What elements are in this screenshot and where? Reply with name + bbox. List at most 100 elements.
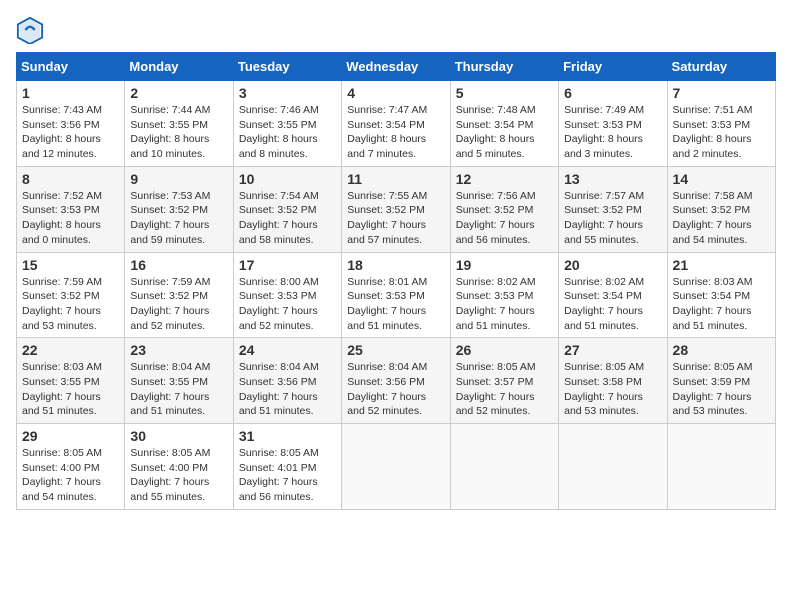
day-number: 15 (22, 257, 119, 273)
day-number: 16 (130, 257, 227, 273)
calendar-day-cell: 22 Sunrise: 8:03 AMSunset: 3:55 PMDaylig… (17, 338, 125, 424)
calendar-header: SundayMondayTuesdayWednesdayThursdayFrid… (17, 53, 776, 81)
day-number: 28 (673, 342, 770, 358)
day-of-week-header: Saturday (667, 53, 775, 81)
day-number: 21 (673, 257, 770, 273)
calendar-day-cell: 14 Sunrise: 7:58 AMSunset: 3:52 PMDaylig… (667, 166, 775, 252)
day-info: Sunrise: 7:55 AMSunset: 3:52 PMDaylight:… (347, 189, 444, 248)
day-number: 12 (456, 171, 553, 187)
calendar-day-cell: 25 Sunrise: 8:04 AMSunset: 3:56 PMDaylig… (342, 338, 450, 424)
day-number: 10 (239, 171, 336, 187)
calendar-day-cell: 16 Sunrise: 7:59 AMSunset: 3:52 PMDaylig… (125, 252, 233, 338)
day-info: Sunrise: 8:05 AMSunset: 4:00 PMDaylight:… (22, 446, 119, 505)
calendar-day-cell: 6 Sunrise: 7:49 AMSunset: 3:53 PMDayligh… (559, 81, 667, 167)
day-info: Sunrise: 7:46 AMSunset: 3:55 PMDaylight:… (239, 103, 336, 162)
calendar-day-cell: 30 Sunrise: 8:05 AMSunset: 4:00 PMDaylig… (125, 424, 233, 510)
calendar-day-cell: 23 Sunrise: 8:04 AMSunset: 3:55 PMDaylig… (125, 338, 233, 424)
day-info: Sunrise: 8:02 AMSunset: 3:53 PMDaylight:… (456, 275, 553, 334)
day-info: Sunrise: 8:03 AMSunset: 3:55 PMDaylight:… (22, 360, 119, 419)
day-info: Sunrise: 7:44 AMSunset: 3:55 PMDaylight:… (130, 103, 227, 162)
calendar-day-cell: 2 Sunrise: 7:44 AMSunset: 3:55 PMDayligh… (125, 81, 233, 167)
day-number: 30 (130, 428, 227, 444)
day-number: 5 (456, 85, 553, 101)
calendar-day-cell (559, 424, 667, 510)
day-number: 2 (130, 85, 227, 101)
day-number: 19 (456, 257, 553, 273)
day-info: Sunrise: 8:05 AMSunset: 3:58 PMDaylight:… (564, 360, 661, 419)
day-number: 31 (239, 428, 336, 444)
day-info: Sunrise: 8:04 AMSunset: 3:55 PMDaylight:… (130, 360, 227, 419)
day-info: Sunrise: 7:52 AMSunset: 3:53 PMDaylight:… (22, 189, 119, 248)
day-number: 4 (347, 85, 444, 101)
calendar-day-cell: 10 Sunrise: 7:54 AMSunset: 3:52 PMDaylig… (233, 166, 341, 252)
day-of-week-header: Monday (125, 53, 233, 81)
calendar-day-cell (667, 424, 775, 510)
day-info: Sunrise: 8:05 AMSunset: 3:59 PMDaylight:… (673, 360, 770, 419)
calendar-day-cell: 5 Sunrise: 7:48 AMSunset: 3:54 PMDayligh… (450, 81, 558, 167)
day-info: Sunrise: 7:51 AMSunset: 3:53 PMDaylight:… (673, 103, 770, 162)
day-info: Sunrise: 7:59 AMSunset: 3:52 PMDaylight:… (22, 275, 119, 334)
day-number: 18 (347, 257, 444, 273)
day-info: Sunrise: 7:59 AMSunset: 3:52 PMDaylight:… (130, 275, 227, 334)
day-number: 14 (673, 171, 770, 187)
day-info: Sunrise: 8:05 AMSunset: 4:01 PMDaylight:… (239, 446, 336, 505)
day-of-week-header: Thursday (450, 53, 558, 81)
day-number: 24 (239, 342, 336, 358)
calendar-day-cell: 19 Sunrise: 8:02 AMSunset: 3:53 PMDaylig… (450, 252, 558, 338)
day-info: Sunrise: 8:05 AMSunset: 4:00 PMDaylight:… (130, 446, 227, 505)
calendar-day-cell: 15 Sunrise: 7:59 AMSunset: 3:52 PMDaylig… (17, 252, 125, 338)
calendar-week-row: 1 Sunrise: 7:43 AMSunset: 3:56 PMDayligh… (17, 81, 776, 167)
calendar-day-cell (450, 424, 558, 510)
day-of-week-header: Friday (559, 53, 667, 81)
calendar-day-cell: 13 Sunrise: 7:57 AMSunset: 3:52 PMDaylig… (559, 166, 667, 252)
calendar-day-cell: 27 Sunrise: 8:05 AMSunset: 3:58 PMDaylig… (559, 338, 667, 424)
calendar-day-cell: 28 Sunrise: 8:05 AMSunset: 3:59 PMDaylig… (667, 338, 775, 424)
day-number: 8 (22, 171, 119, 187)
calendar-week-row: 22 Sunrise: 8:03 AMSunset: 3:55 PMDaylig… (17, 338, 776, 424)
day-number: 9 (130, 171, 227, 187)
calendar-table: SundayMondayTuesdayWednesdayThursdayFrid… (16, 52, 776, 510)
day-number: 3 (239, 85, 336, 101)
day-info: Sunrise: 8:05 AMSunset: 3:57 PMDaylight:… (456, 360, 553, 419)
day-info: Sunrise: 7:47 AMSunset: 3:54 PMDaylight:… (347, 103, 444, 162)
calendar-day-cell: 17 Sunrise: 8:00 AMSunset: 3:53 PMDaylig… (233, 252, 341, 338)
calendar-day-cell: 20 Sunrise: 8:02 AMSunset: 3:54 PMDaylig… (559, 252, 667, 338)
day-info: Sunrise: 8:02 AMSunset: 3:54 PMDaylight:… (564, 275, 661, 334)
calendar-day-cell: 7 Sunrise: 7:51 AMSunset: 3:53 PMDayligh… (667, 81, 775, 167)
calendar-day-cell: 8 Sunrise: 7:52 AMSunset: 3:53 PMDayligh… (17, 166, 125, 252)
calendar-week-row: 8 Sunrise: 7:52 AMSunset: 3:53 PMDayligh… (17, 166, 776, 252)
calendar-day-cell: 21 Sunrise: 8:03 AMSunset: 3:54 PMDaylig… (667, 252, 775, 338)
day-of-week-header: Tuesday (233, 53, 341, 81)
day-number: 13 (564, 171, 661, 187)
day-of-week-header: Sunday (17, 53, 125, 81)
day-of-week-header: Wednesday (342, 53, 450, 81)
day-number: 23 (130, 342, 227, 358)
day-number: 20 (564, 257, 661, 273)
day-info: Sunrise: 7:54 AMSunset: 3:52 PMDaylight:… (239, 189, 336, 248)
calendar-day-cell: 1 Sunrise: 7:43 AMSunset: 3:56 PMDayligh… (17, 81, 125, 167)
day-number: 29 (22, 428, 119, 444)
calendar-day-cell: 12 Sunrise: 7:56 AMSunset: 3:52 PMDaylig… (450, 166, 558, 252)
calendar-day-cell (342, 424, 450, 510)
calendar-day-cell: 4 Sunrise: 7:47 AMSunset: 3:54 PMDayligh… (342, 81, 450, 167)
calendar-week-row: 29 Sunrise: 8:05 AMSunset: 4:00 PMDaylig… (17, 424, 776, 510)
logo (16, 16, 48, 44)
day-info: Sunrise: 8:04 AMSunset: 3:56 PMDaylight:… (239, 360, 336, 419)
calendar-day-cell: 26 Sunrise: 8:05 AMSunset: 3:57 PMDaylig… (450, 338, 558, 424)
calendar-day-cell: 9 Sunrise: 7:53 AMSunset: 3:52 PMDayligh… (125, 166, 233, 252)
day-info: Sunrise: 7:57 AMSunset: 3:52 PMDaylight:… (564, 189, 661, 248)
day-info: Sunrise: 7:48 AMSunset: 3:54 PMDaylight:… (456, 103, 553, 162)
day-info: Sunrise: 7:56 AMSunset: 3:52 PMDaylight:… (456, 189, 553, 248)
day-info: Sunrise: 8:03 AMSunset: 3:54 PMDaylight:… (673, 275, 770, 334)
day-number: 27 (564, 342, 661, 358)
logo-icon (16, 16, 44, 44)
day-info: Sunrise: 8:00 AMSunset: 3:53 PMDaylight:… (239, 275, 336, 334)
day-number: 22 (22, 342, 119, 358)
day-number: 1 (22, 85, 119, 101)
calendar-day-cell: 11 Sunrise: 7:55 AMSunset: 3:52 PMDaylig… (342, 166, 450, 252)
day-number: 6 (564, 85, 661, 101)
calendar-day-cell: 29 Sunrise: 8:05 AMSunset: 4:00 PMDaylig… (17, 424, 125, 510)
day-info: Sunrise: 7:49 AMSunset: 3:53 PMDaylight:… (564, 103, 661, 162)
day-info: Sunrise: 8:01 AMSunset: 3:53 PMDaylight:… (347, 275, 444, 334)
day-info: Sunrise: 7:43 AMSunset: 3:56 PMDaylight:… (22, 103, 119, 162)
